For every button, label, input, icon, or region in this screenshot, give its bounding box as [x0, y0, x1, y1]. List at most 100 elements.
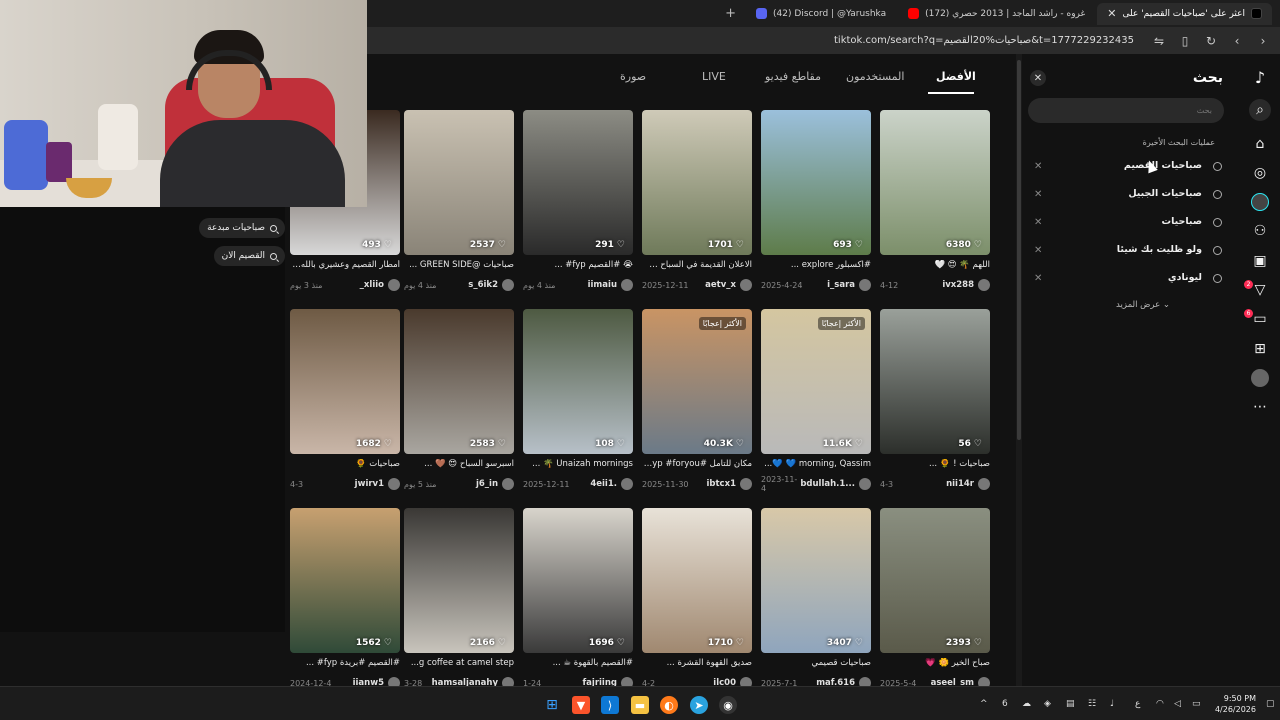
remove-icon[interactable]: ✕ [1034, 273, 1042, 284]
url-field[interactable]: tiktok.com/search?q=صباحيات%20القصيم&t=1… [834, 35, 1134, 46]
avatar[interactable] [388, 279, 400, 291]
video-caption[interactable]: صباحيات 🌻 [290, 459, 400, 469]
browser-tab-tiktok[interactable]: ✕ اعثر على 'صباحيات القصيم' على [1097, 2, 1272, 25]
video-thumbnail[interactable]: 6380 ♡ [880, 110, 990, 255]
video-card[interactable]: 6380 ♡ اللهم 🌴 😍 🤍 4-12 ivx288 [880, 110, 990, 300]
video-card[interactable]: 1701 ♡ الاعلان القديمة في السباح 💗 ... 2… [642, 110, 752, 300]
video-card[interactable]: 1562 ♡ #القصيم #بريدة fyp# ... 2024-12-4… [290, 508, 400, 698]
video-caption[interactable]: Unaizah mornings 🌴 ... [523, 459, 633, 469]
following-icon[interactable] [1247, 191, 1273, 213]
browser-tab-youtube[interactable]: (172) غروه - راشد الماجد | 2013 حصري [898, 3, 1095, 25]
video-thumbnail[interactable]: 291 ♡ [523, 110, 633, 255]
video-author[interactable]: nii14r [946, 478, 990, 490]
tab-top[interactable]: الأفضل [936, 70, 976, 83]
video-author[interactable]: aetv_x [705, 279, 752, 291]
remove-icon[interactable]: ✕ [1034, 217, 1042, 228]
video-caption[interactable]: morning, Qassim 💙 💙... [761, 459, 871, 469]
video-thumbnail[interactable]: 2537 ♡ [404, 110, 514, 255]
video-card[interactable]: الأكثر إعجابًا 11.6K ♡ morning, Qassim 💙… [761, 309, 871, 499]
avatar[interactable] [502, 478, 514, 490]
tray-app-icon[interactable]: ▤ [1066, 699, 1075, 709]
scrollbar-thumb[interactable] [1017, 60, 1021, 440]
new-tab-button[interactable]: + [725, 6, 736, 21]
recent-search-item[interactable]: ✕ صباحيات الجبيل [1030, 185, 1230, 205]
windows-start-icon[interactable]: ⊞ [543, 696, 561, 714]
forward-icon[interactable]: › [1256, 34, 1270, 48]
video-card[interactable]: 2537 ♡ صباحيات @GREEN SIDE ... منذ 4 يوم… [404, 110, 514, 300]
tray-app-icon[interactable]: 6 [1002, 699, 1008, 709]
search-icon[interactable]: ⌕ [1249, 99, 1271, 121]
video-author[interactable]: ibtcx1 [707, 478, 752, 490]
close-tab-icon[interactable]: ✕ [1107, 7, 1116, 20]
home-icon[interactable]: ⌂ [1247, 133, 1273, 155]
back-icon[interactable]: ‹ [1230, 34, 1244, 48]
video-card[interactable]: 1710 ♡ صديق القهوة القشرة ... 4-2 ilc00 [642, 508, 752, 698]
avatar[interactable] [859, 279, 871, 291]
recent-search-item[interactable]: ✕ صباحيات [1030, 213, 1230, 233]
video-caption[interactable]: الاعلان القديمة في السباح 💗 ... [642, 260, 752, 270]
search-input[interactable] [1028, 98, 1224, 123]
avatar[interactable] [388, 478, 400, 490]
video-card[interactable]: 2393 ♡ صباح الخير 🌼 💗 2025-5-4 aseel_sm [880, 508, 990, 698]
file-explorer-icon[interactable]: ▬ [631, 696, 649, 714]
related-search-chip[interactable]: القصيم الان [213, 246, 285, 266]
brave-icon[interactable]: ▼ [572, 696, 590, 714]
video-card[interactable]: 56 ♡ صباحيات ! 🌻 ... 4-3 nii14r [880, 309, 990, 499]
video-author[interactable]: i_sara [827, 279, 871, 291]
video-card[interactable]: الأكثر إعجابًا 40.3K ♡ مكان للتأمل #fyp … [642, 309, 752, 499]
remove-icon[interactable]: ✕ [1034, 245, 1042, 256]
video-thumbnail[interactable]: 56 ♡ [880, 309, 990, 454]
recent-search-item[interactable]: ✕ ولو ظليت بك شيئا [1030, 241, 1230, 261]
avatar[interactable] [740, 279, 752, 291]
video-caption[interactable]: صباحيات قصيمي [761, 658, 871, 668]
volume-icon[interactable]: ◁ [1174, 699, 1181, 709]
video-thumbnail[interactable]: 2583 ♡ [404, 309, 514, 454]
video-thumbnail[interactable]: 1701 ♡ [642, 110, 752, 255]
tray-language[interactable]: ع [1135, 699, 1140, 709]
site-settings-icon[interactable]: ⇋ [1152, 34, 1166, 48]
video-author[interactable]: bdullah.1... [800, 478, 871, 490]
video-card[interactable]: 3407 ♡ صباحيات قصيمي 2025-7-1 maf.616 [761, 508, 871, 698]
video-caption[interactable]: #القصيم #بريدة fyp# ... [290, 658, 400, 668]
video-card[interactable]: 2166 ♡ g coffee at camel step... 3-28 ha… [404, 508, 514, 698]
video-caption[interactable]: اللهم 🌴 😍 🤍 [880, 260, 990, 270]
app-orange-icon[interactable]: ◐ [660, 696, 678, 714]
tray-chevron-icon[interactable]: ^ [980, 699, 988, 709]
recent-search-item[interactable]: ✕ ليونادي [1030, 269, 1230, 289]
video-author[interactable]: ivx288 [942, 279, 990, 291]
more-icon[interactable]: ⋯ [1247, 396, 1273, 418]
video-caption[interactable]: اسبرسو السباح 😍 🤎 ... [404, 459, 514, 469]
profile-icon[interactable] [1247, 367, 1273, 389]
tab-photos[interactable]: صورة [620, 70, 646, 83]
tab-live[interactable]: LIVE [702, 70, 726, 83]
telegram-icon[interactable]: ➤ [690, 696, 708, 714]
tray-app-icon[interactable]: ◈ [1044, 699, 1051, 709]
battery-icon[interactable]: ▭ [1192, 699, 1201, 709]
avatar[interactable] [621, 478, 633, 490]
recent-search-item[interactable]: ✕ صباحيات القصيم [1030, 157, 1230, 177]
video-caption[interactable]: #القصيم بالقهوة ☕ ... [523, 658, 633, 668]
video-thumbnail[interactable]: الأكثر إعجابًا 11.6K ♡ [761, 309, 871, 454]
explore-icon[interactable]: ◎ [1247, 162, 1273, 184]
video-author[interactable]: s_6ik2 [468, 279, 514, 291]
video-author[interactable]: iimaiu [588, 279, 633, 291]
video-caption[interactable]: g coffee at camel step... [404, 658, 514, 668]
video-caption[interactable]: صباحيات ! 🌻 ... [880, 459, 990, 469]
browser-tab-discord[interactable]: (42) Discord | @Yarushka [746, 3, 896, 25]
avatar[interactable] [978, 279, 990, 291]
tray-onedrive-icon[interactable]: ☁ [1022, 699, 1031, 709]
video-caption[interactable]: صديق القهوة القشرة ... [642, 658, 752, 668]
notification-icon[interactable]: ▢ [1266, 699, 1275, 709]
tab-videos[interactable]: مقاطع فيديو [765, 70, 821, 83]
bookmark-icon[interactable]: ▯ [1178, 34, 1192, 48]
avatar[interactable] [621, 279, 633, 291]
taskbar-clock[interactable]: 9:50 PM 4/26/2026 [1215, 693, 1256, 715]
video-author[interactable]: j6_in [476, 478, 514, 490]
related-search-chip[interactable]: صباحيات مبدعة [199, 218, 285, 238]
video-thumbnail[interactable]: 1682 ♡ [290, 309, 400, 454]
video-thumbnail[interactable]: الأكثر إعجابًا 40.3K ♡ [642, 309, 752, 454]
tray-app-icon[interactable]: ☷ [1088, 699, 1096, 709]
video-thumbnail[interactable]: 1562 ♡ [290, 508, 400, 653]
video-card[interactable]: 693 ♡ #اكسبلور explore ... 2025-4-24 i_s… [761, 110, 871, 300]
friends-icon[interactable]: ⚇ [1247, 220, 1273, 242]
